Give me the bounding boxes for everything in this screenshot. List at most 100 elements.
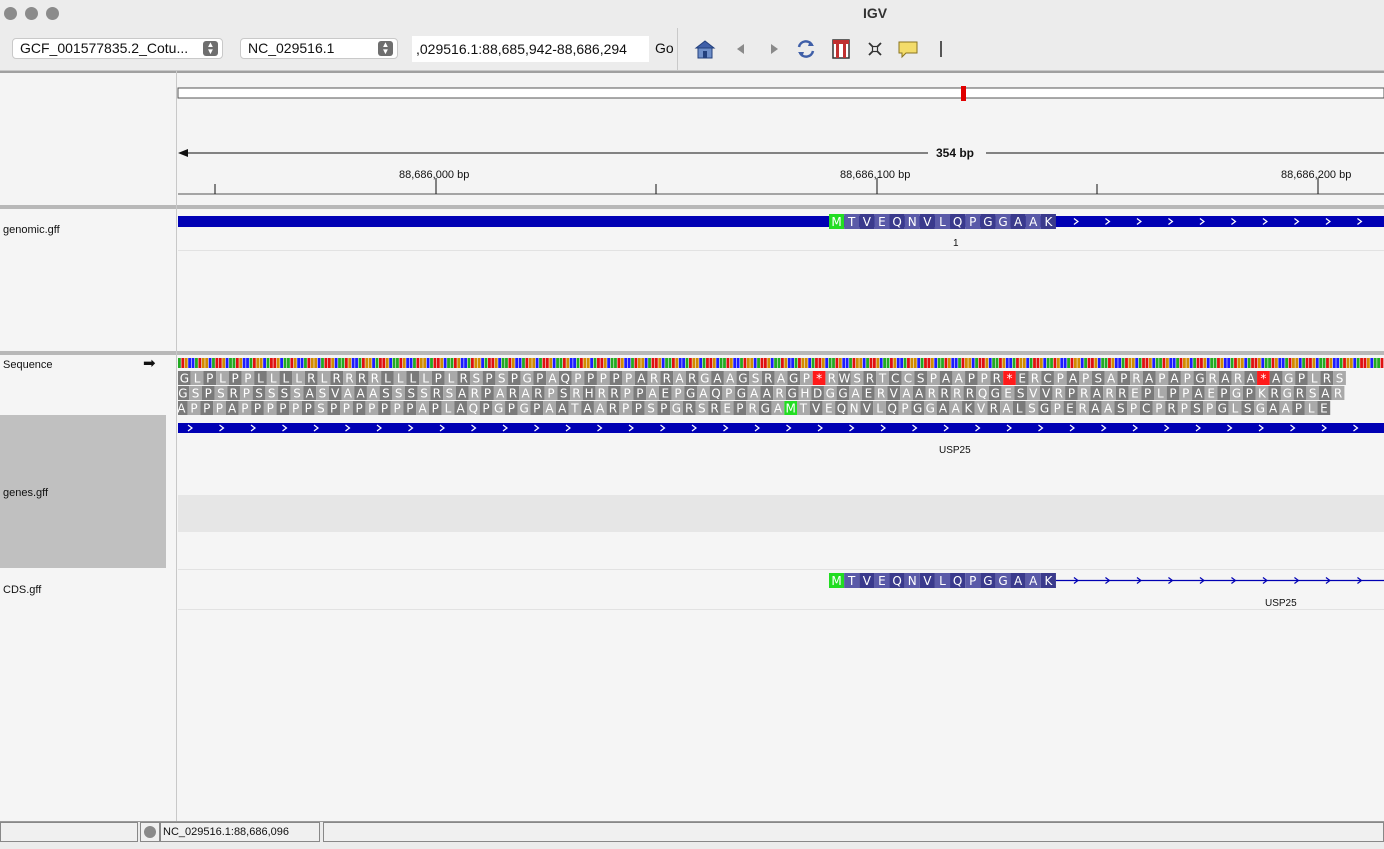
frame-aa-letter: D xyxy=(813,387,822,401)
base-bar xyxy=(733,358,737,368)
base-bar xyxy=(883,358,887,368)
select-arrows-icon: ▲ ▼ xyxy=(203,41,218,56)
base-bar xyxy=(866,358,869,368)
base-bar xyxy=(1148,358,1152,368)
fit-window-icon[interactable] xyxy=(864,38,886,60)
base-bar xyxy=(774,358,777,368)
base-bar xyxy=(488,358,491,368)
frame-aa-letter: P xyxy=(674,387,681,401)
frame-aa-letter: A xyxy=(178,402,186,416)
base-bar xyxy=(862,358,866,368)
frame-aa-letter: E xyxy=(1018,372,1026,386)
base-bar xyxy=(515,358,519,368)
base-bar xyxy=(205,358,209,368)
base-bar xyxy=(641,358,645,368)
base-bar xyxy=(941,358,944,368)
chromosome-ideogram[interactable] xyxy=(177,87,1384,99)
strand-arrow-icon[interactable]: ➡ xyxy=(143,354,156,372)
amino-acid-letter: Q xyxy=(953,215,962,229)
home-icon[interactable] xyxy=(694,38,716,60)
base-bar xyxy=(781,358,784,368)
frame-aa-letter: S xyxy=(1336,372,1344,386)
chromosome-select[interactable]: NC_029516.1 ▲ ▼ xyxy=(240,38,398,59)
base-bar xyxy=(1200,358,1203,368)
frame-aa-letter: P xyxy=(485,372,492,386)
base-bar xyxy=(872,358,876,368)
amino-acid-letter: V xyxy=(923,574,932,588)
base-bar xyxy=(1002,358,1006,368)
base-bar xyxy=(440,358,444,368)
frame-aa-letter: R xyxy=(1296,387,1304,401)
base-bar xyxy=(1091,358,1094,368)
amino-acid-letter: P xyxy=(969,574,976,588)
frame-aa-letter: S xyxy=(255,387,263,401)
roi-icon[interactable] xyxy=(830,38,852,60)
frame-aa-letter: Q xyxy=(711,387,720,401)
close-window-button[interactable] xyxy=(4,7,17,20)
status-indicator xyxy=(140,822,160,842)
frame-aa-letter: R xyxy=(598,387,606,401)
frame-aa-letter: L xyxy=(1308,402,1315,416)
frame-aa-letter: P xyxy=(368,402,375,416)
base-bar xyxy=(562,358,566,368)
refresh-icon[interactable] xyxy=(795,38,817,60)
frame-aa-letter: N xyxy=(850,402,859,416)
frame-aa-letter: P xyxy=(930,372,937,386)
track-name-genomic[interactable]: genomic.gff xyxy=(3,224,60,236)
frame-aa-letter: R xyxy=(433,387,441,401)
frame-aa-letter: E xyxy=(1207,387,1215,401)
frame-aa-letter: P xyxy=(232,372,239,386)
frame-aa-letter: S xyxy=(382,387,390,401)
base-bar xyxy=(692,358,696,368)
frame-aa-letter: * xyxy=(1007,372,1013,386)
frame-aa-letter: A xyxy=(1104,402,1113,416)
frame-aa-letter: R xyxy=(610,387,618,401)
frame-aa-letter: H xyxy=(585,387,594,401)
title-bar: IGV xyxy=(0,0,1384,27)
base-bar xyxy=(859,358,863,368)
cds-feature[interactable]: MTVEQNVLQPGGAAK xyxy=(178,573,1384,591)
base-bar xyxy=(212,358,215,368)
track-name-cds[interactable]: CDS.gff xyxy=(3,584,41,596)
base-bar xyxy=(314,358,318,368)
go-button[interactable]: Go xyxy=(655,40,674,56)
frame-aa-letter: S xyxy=(420,387,428,401)
base-bar xyxy=(1329,358,1333,368)
genes-feature[interactable] xyxy=(178,422,1384,434)
frame-aa-letter: P xyxy=(660,402,667,416)
base-bar xyxy=(706,358,709,368)
frame-aa-letter: G xyxy=(789,372,798,386)
base-bar xyxy=(665,358,668,368)
base-bar xyxy=(399,358,403,368)
ruler-line-icon[interactable] xyxy=(930,38,952,60)
frame-aa-letter: P xyxy=(1182,387,1189,401)
frame-aa-letter: A xyxy=(952,402,961,416)
genomic-feature[interactable]: MTVEQNVLQPGGAAK xyxy=(178,213,1384,231)
base-bar xyxy=(229,358,232,368)
frame-aa-letter: P xyxy=(736,402,743,416)
base-bar xyxy=(1373,358,1377,368)
frame-aa-letter: A xyxy=(558,402,567,416)
base-bar xyxy=(944,358,948,368)
frame-aa-letter: R xyxy=(1270,387,1278,401)
base-bar xyxy=(607,358,611,368)
frame-aa-letter: G xyxy=(1232,387,1241,401)
base-bar xyxy=(893,358,897,368)
zoom-window-button[interactable] xyxy=(46,7,59,20)
base-bar xyxy=(1165,358,1169,368)
genome-select[interactable]: GCF_001577835.2_Cotu... ▲ ▼ xyxy=(12,38,223,59)
frame-aa-letter: C xyxy=(904,372,912,386)
track-name-genes[interactable]: genes.gff xyxy=(3,487,48,499)
popup-info-icon[interactable] xyxy=(897,38,919,60)
cds-feature-label: USP25 xyxy=(1265,598,1297,609)
base-bar xyxy=(324,358,328,368)
base-bar xyxy=(971,358,975,368)
locus-input[interactable]: ,029516.1:88,685,942-88,686,294 xyxy=(412,36,649,62)
base-bar xyxy=(491,358,495,368)
base-bar xyxy=(961,358,965,368)
minimize-window-button[interactable] xyxy=(25,7,38,20)
back-icon[interactable] xyxy=(730,38,752,60)
frame-aa-letter: A xyxy=(713,372,722,386)
track-name-sequence[interactable]: Sequence xyxy=(3,359,53,371)
forward-icon[interactable] xyxy=(763,38,785,60)
